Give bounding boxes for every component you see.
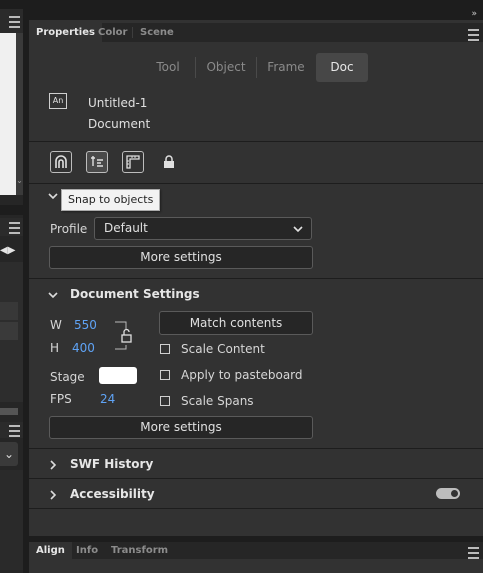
- ruler-guide-icon: [126, 155, 140, 169]
- tab-color[interactable]: Color: [91, 23, 134, 42]
- library-menu-icon[interactable]: [9, 425, 20, 437]
- more-settings-button[interactable]: More settings: [49, 416, 313, 439]
- tab-transform[interactable]: Transform: [104, 542, 175, 559]
- stage-color-swatch[interactable]: [99, 367, 137, 384]
- tab-align[interactable]: Align: [29, 542, 72, 559]
- fps-label: FPS: [50, 392, 72, 406]
- divider: [29, 478, 483, 479]
- magnet-icon: [55, 155, 67, 168]
- chevron-down-icon[interactable]: [48, 190, 58, 204]
- divider: [29, 183, 483, 184]
- timeline-layer[interactable]: [0, 302, 18, 320]
- link-dimensions-icon[interactable]: [114, 321, 136, 351]
- left-panel-header: [0, 9, 23, 33]
- left-panel-menu-icon[interactable]: [9, 16, 20, 28]
- divider: [29, 141, 483, 142]
- height-value[interactable]: 400: [72, 341, 95, 355]
- chevron-down-icon: ⌄: [3, 447, 15, 461]
- chevron-right-icon[interactable]: [48, 489, 58, 503]
- height-label: H: [50, 341, 60, 355]
- scale-content-checkbox[interactable]: [160, 344, 170, 354]
- panel-tabs: Properties Color Scene: [29, 23, 483, 42]
- scale-spans-checkbox[interactable]: [160, 396, 170, 406]
- play-controls-icon[interactable]: ◀▶: [0, 244, 18, 258]
- width-value[interactable]: 550: [74, 318, 97, 332]
- segment-doc[interactable]: Doc: [316, 53, 368, 82]
- lock-icon: [164, 155, 174, 168]
- tooltip: Snap to objects: [61, 189, 161, 211]
- segment-tool[interactable]: Tool: [142, 53, 194, 82]
- snap-to-objects-button[interactable]: [86, 151, 108, 173]
- bottom-panel-tabs: Align Info Transform: [29, 542, 483, 559]
- timeline-menu-icon[interactable]: [9, 222, 20, 234]
- collapse-panels-icon[interactable]: »: [471, 9, 477, 19]
- panel-menu-icon[interactable]: [468, 29, 479, 41]
- timeline-layer[interactable]: [0, 322, 18, 340]
- align-panel: [29, 559, 483, 573]
- chevron-down-icon[interactable]: [48, 289, 58, 303]
- document-type: Document: [88, 117, 151, 131]
- left-top-gap: [0, 0, 23, 9]
- apply-pasteboard-checkbox[interactable]: [160, 370, 170, 380]
- document-settings-title[interactable]: Document Settings: [70, 287, 200, 301]
- match-contents-button[interactable]: Match contents: [159, 311, 313, 335]
- bottom-panel-menu-icon[interactable]: [468, 547, 479, 559]
- width-label: W: [50, 318, 62, 332]
- lock-button[interactable]: [158, 151, 180, 173]
- profile-dropdown[interactable]: Default: [94, 217, 312, 240]
- apply-pasteboard-label: Apply to pasteboard: [181, 368, 303, 382]
- chevron-down-icon: [293, 226, 303, 233]
- left-panel-scrollbar[interactable]: ⌄: [16, 33, 23, 195]
- segment-object[interactable]: Object: [197, 53, 255, 82]
- timeline-area[interactable]: [0, 262, 23, 402]
- animate-document-icon: An: [49, 93, 67, 109]
- divider: [29, 448, 483, 449]
- stage-label: Stage: [50, 370, 85, 384]
- timeline-scrollbar[interactable]: [0, 408, 18, 415]
- left-divider: [0, 205, 23, 215]
- accessibility-toggle[interactable]: [436, 488, 460, 499]
- segment-separator: [256, 57, 257, 78]
- more-settings-button[interactable]: More settings: [49, 246, 313, 269]
- left-panel-list[interactable]: [0, 33, 16, 195]
- profile-value: Default: [104, 221, 148, 235]
- swf-history-title[interactable]: SWF History: [70, 457, 153, 471]
- ruler-guides-button[interactable]: [122, 151, 144, 173]
- left-panel-strip: ⌄ ◀▶ ⌄: [0, 0, 23, 573]
- chevron-right-icon[interactable]: [48, 459, 58, 473]
- library-dropdown[interactable]: ⌄: [0, 442, 18, 466]
- snap-objects-icon: [91, 156, 103, 167]
- tab-scene[interactable]: Scene: [133, 23, 181, 42]
- library-area[interactable]: [0, 470, 23, 570]
- scale-spans-label: Scale Spans: [181, 394, 254, 408]
- fps-value[interactable]: 24: [100, 392, 115, 406]
- profile-label: Profile: [50, 222, 88, 236]
- tab-info[interactable]: Info: [69, 542, 105, 559]
- scroll-down-icon[interactable]: ⌄: [16, 176, 23, 185]
- timeline-header: [0, 218, 23, 236]
- snap-magnet-button[interactable]: [50, 151, 72, 173]
- scale-content-label: Scale Content: [181, 342, 265, 356]
- document-name: Untitled-1: [88, 96, 148, 110]
- accessibility-title[interactable]: Accessibility: [70, 487, 155, 501]
- divider: [29, 508, 483, 509]
- library-header: [0, 422, 23, 438]
- divider: [29, 278, 483, 279]
- segment-frame[interactable]: Frame: [258, 53, 314, 82]
- segment-separator: [195, 57, 196, 78]
